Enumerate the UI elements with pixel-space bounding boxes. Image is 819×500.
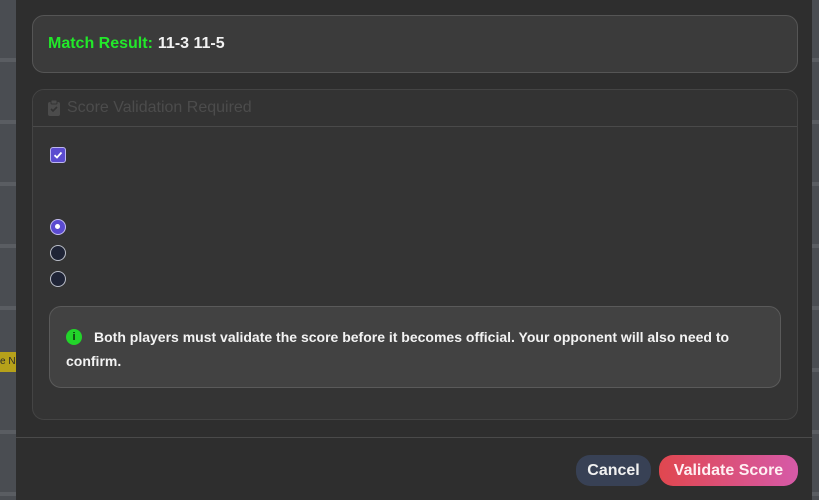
- info-text: Both players must validate the score bef…: [66, 329, 730, 369]
- match-result-label: Match Result:: [48, 35, 153, 52]
- validation-header: Score Validation Required: [33, 90, 797, 127]
- validate-score-button[interactable]: Validate Score: [659, 455, 798, 486]
- validation-radio-option-1[interactable]: [50, 219, 66, 235]
- score-validation-modal: Match Result: 11-3 11-5 Score Validation…: [16, 0, 812, 500]
- background-badge: e N: [0, 352, 16, 372]
- check-icon: [53, 151, 63, 159]
- cancel-button[interactable]: Cancel: [576, 455, 651, 486]
- validation-radio-option-2[interactable]: [50, 245, 66, 261]
- clipboard-check-icon: [47, 99, 61, 117]
- confirm-checkbox[interactable]: [50, 147, 66, 163]
- validation-title: Score Validation Required: [67, 99, 252, 116]
- modal-footer: Cancel Validate Score: [16, 437, 812, 500]
- background-page-left: [0, 0, 16, 500]
- match-result-score: 11-3 11-5: [157, 35, 225, 52]
- info-notice: i Both players must validate the score b…: [49, 306, 781, 388]
- validation-card: Score Validation Required i Both players…: [32, 89, 798, 420]
- match-result-card: Match Result: 11-3 11-5: [32, 15, 798, 73]
- validation-radio-option-3[interactable]: [50, 271, 66, 287]
